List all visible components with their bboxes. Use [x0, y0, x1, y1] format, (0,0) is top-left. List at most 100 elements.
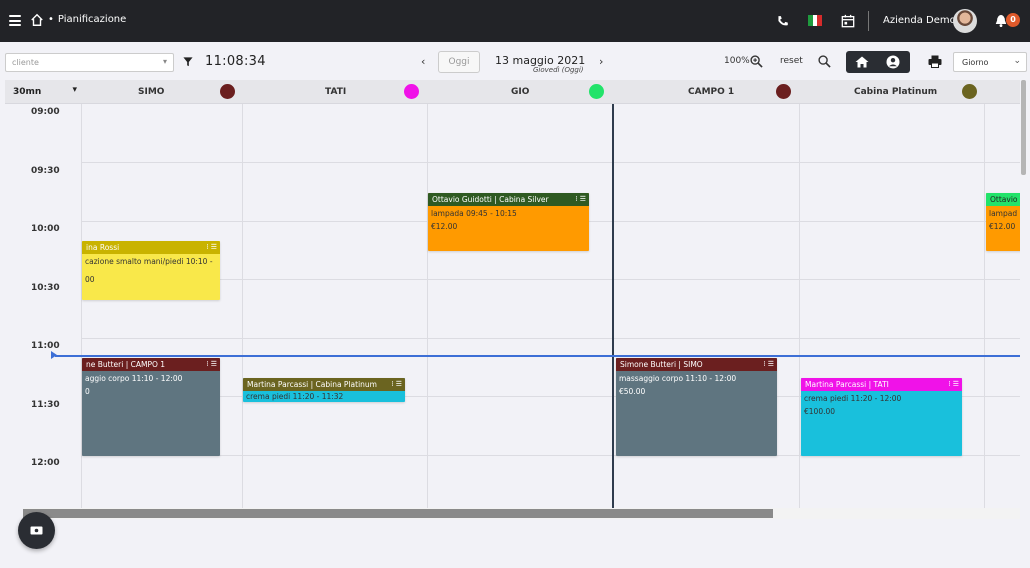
top-navbar: • Pianificazione Azienda Demo 0: [0, 0, 1030, 42]
column-name: TATI: [325, 87, 347, 97]
divider: [868, 11, 869, 31]
column-name: SIMO: [138, 87, 165, 97]
client-select[interactable]: cliente ▾: [5, 53, 174, 72]
appointment-price: €12.00: [431, 222, 458, 231]
current-clock: 11:08:34: [205, 54, 266, 69]
menu-icon[interactable]: ⁞ ☰: [391, 380, 402, 388]
appointment-header: Martina Parcassi | Cabina Platinum ⁞ ☰: [243, 378, 405, 391]
appointment-service: crema piedi 11:20 - 11:32: [246, 392, 344, 401]
previous-day-button[interactable]: ‹: [421, 55, 425, 68]
print-icon[interactable]: [928, 55, 942, 68]
chevron-down-icon: ▾: [72, 85, 77, 95]
column-color-dot: [404, 84, 419, 99]
menu-icon[interactable]: ⁞ ☰: [763, 360, 774, 368]
time-label: 10:30: [31, 283, 60, 293]
appointment-header: Simone Butteri | SIMO ⁞ ☰: [616, 358, 777, 371]
reset-zoom-button[interactable]: reset: [780, 56, 803, 66]
menu-icon[interactable]: ⁞ ☰: [206, 360, 217, 368]
appointment-price: 0: [85, 387, 90, 396]
chevron-down-icon: ⌄: [1013, 56, 1021, 66]
chevron-down-icon: ▾: [162, 57, 167, 66]
page-title: Pianificazione: [57, 14, 127, 25]
current-weekday: Giovedì (Oggi): [533, 66, 584, 74]
calendar-icon[interactable]: [841, 13, 855, 29]
column-color-dot: [962, 84, 977, 99]
company-name[interactable]: Azienda Demo: [883, 15, 956, 26]
appointment-card[interactable]: Martina Parcassi | TATI ⁞ ☰ crema piedi 1…: [801, 378, 962, 456]
hamburger-menu-icon[interactable]: [9, 15, 21, 26]
column-header-campo-1[interactable]: CAMPO 1: [614, 80, 799, 104]
appointment-header: Ottavio: [986, 193, 1020, 206]
phone-icon[interactable]: [776, 13, 789, 29]
appointment-header: Martina Parcassi | TATI ⁞ ☰: [801, 378, 962, 391]
breadcrumb: • Pianificazione: [48, 14, 127, 25]
appointment-header: Ottavio Guidotti | Cabina Silver ⁞ ☰: [428, 193, 589, 206]
appointment-service: aggio corpo 11:10 - 12:00: [85, 374, 183, 383]
grid-line: [81, 279, 1020, 280]
appointment-card[interactable]: Martina Parcassi | Cabina Platinum ⁞ ☰ cr…: [243, 378, 405, 402]
appointment-price: €100.00: [804, 407, 836, 416]
column-name: Cabina Platinum: [854, 87, 938, 97]
column-color-dot: [589, 84, 604, 99]
time-label: 12:00: [31, 458, 60, 468]
scrollbar-thumb[interactable]: [23, 509, 773, 518]
horizontal-scrollbar[interactable]: [23, 508, 1020, 519]
appointment-price: 00: [85, 275, 95, 284]
group-divider: [612, 104, 614, 508]
time-label: 09:30: [31, 166, 60, 176]
column-header-gio[interactable]: GIO: [427, 80, 612, 104]
appointment-card[interactable]: ne Butteri | CAMPO 1 ⁞ ☰ aggio corpo 11:1…: [82, 358, 220, 456]
column-divider: [799, 104, 800, 508]
menu-icon[interactable]: ⁞ ☰: [948, 380, 959, 388]
appointment-card[interactable]: Ottavio Guidotti | Cabina Silver ⁞ ☰ lamp…: [428, 193, 589, 251]
view-toggle-group: [846, 51, 910, 73]
calendar-header: 30mn ▾ SIMO TATI GIO CAMPO 1 Cabina Plati…: [5, 80, 1020, 104]
slot-interval-select[interactable]: 30mn ▾: [5, 80, 81, 104]
italy-flag-icon[interactable]: [808, 15, 823, 26]
menu-icon[interactable]: ⁞ ☰: [206, 243, 217, 251]
column-divider: [427, 104, 428, 508]
column-name: CAMPO 1: [688, 87, 735, 97]
grid-line: [81, 338, 1020, 339]
column-header-tati[interactable]: TATI: [242, 80, 427, 104]
current-time-line: [55, 355, 1020, 357]
filter-icon[interactable]: [183, 57, 193, 67]
appointment-service: crema piedi 11:20 - 12:00: [804, 394, 902, 403]
appointment-card[interactable]: ina Rossi ⁞ ☰ cazione smalto mani/piedi 1…: [82, 241, 220, 300]
column-divider: [984, 104, 985, 508]
appointment-header: ne Butteri | CAMPO 1 ⁞ ☰: [82, 358, 220, 371]
view-mode-select[interactable]: Giorno ⌄: [953, 52, 1027, 72]
menu-icon[interactable]: ⁞ ☰: [575, 195, 586, 203]
search-icon[interactable]: [818, 55, 831, 68]
column-header-simo[interactable]: SIMO: [81, 80, 242, 104]
calendar-grid[interactable]: 09:00 09:30 10:00 10:30 11:00 11:30 12:0…: [5, 104, 1020, 508]
time-label: 11:00: [31, 341, 60, 351]
floating-action-button[interactable]: [18, 512, 55, 549]
user-circle-icon[interactable]: [886, 55, 900, 69]
time-label: 10:00: [31, 224, 60, 234]
column-color-dot: [776, 84, 791, 99]
home-icon[interactable]: [30, 13, 44, 27]
vertical-scrollbar-thumb[interactable]: [1021, 80, 1026, 175]
appointment-card[interactable]: Simone Butteri | SIMO ⁞ ☰ massaggio corpo…: [616, 358, 777, 456]
appointment-price: €12.00: [989, 222, 1016, 231]
today-button[interactable]: Oggi: [438, 51, 480, 73]
grid-line: [81, 162, 1020, 163]
appointment-price: €50.00: [619, 387, 646, 396]
time-label: 09:00: [31, 107, 60, 117]
appointment-service: massaggio corpo 11:10 - 12:00: [619, 374, 737, 383]
column-header-cabina-platinum[interactable]: Cabina Platinum: [799, 80, 984, 104]
column-color-dot: [220, 84, 235, 99]
appointment-service: cazione smalto mani/piedi 10:10 -: [85, 257, 213, 266]
appointment-header: ina Rossi ⁞ ☰: [82, 241, 220, 254]
zoom-in-icon[interactable]: [750, 55, 763, 68]
appointment-service: lampad: [989, 209, 1018, 218]
notification-badge[interactable]: 0: [1006, 13, 1020, 27]
next-day-button[interactable]: ›: [599, 55, 603, 68]
avatar[interactable]: [953, 9, 977, 33]
appointment-card[interactable]: Ottavio lampad €12.00: [986, 193, 1020, 251]
appointment-service: lampada 09:45 - 10:15: [431, 209, 517, 218]
time-label: 11:30: [31, 400, 60, 410]
home-view-icon[interactable]: [855, 56, 869, 68]
column-divider: [242, 104, 243, 508]
